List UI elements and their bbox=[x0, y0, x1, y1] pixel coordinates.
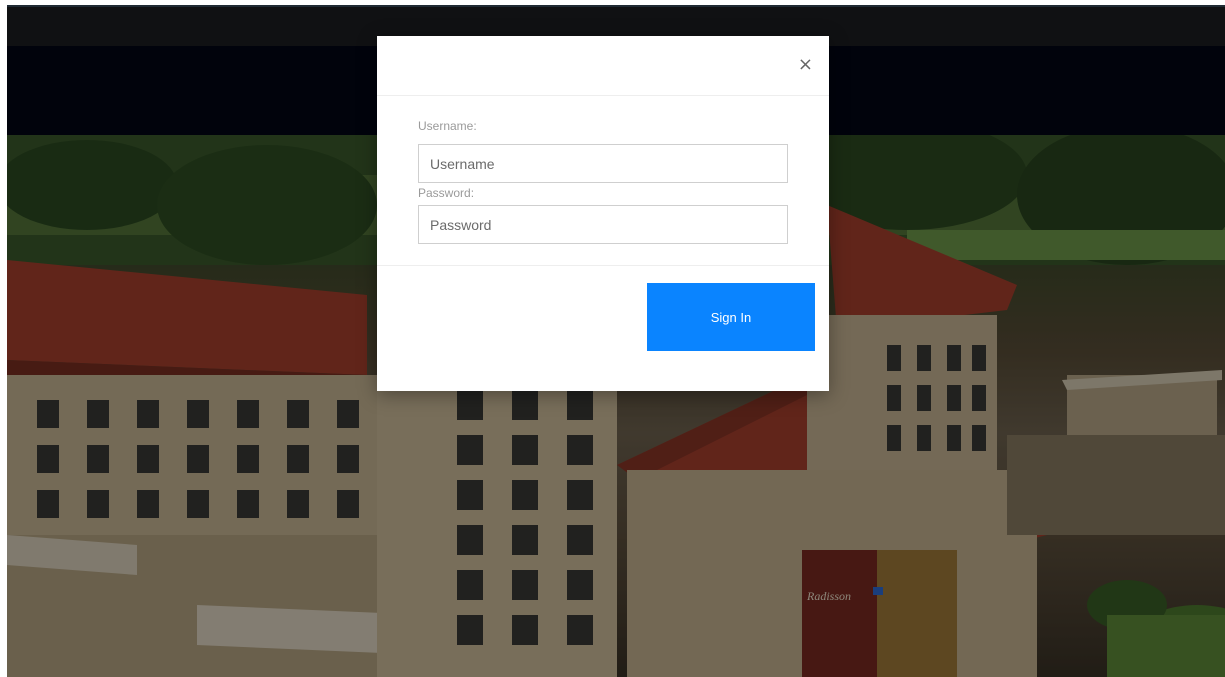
password-input[interactable] bbox=[418, 205, 788, 244]
password-label: Password: bbox=[418, 186, 475, 200]
modal-body: Username: Password: bbox=[377, 96, 829, 266]
modal-footer: Sign In bbox=[377, 266, 829, 391]
modal-header: × bbox=[377, 36, 829, 96]
sign-in-button[interactable]: Sign In bbox=[647, 283, 815, 351]
close-icon[interactable]: × bbox=[798, 56, 813, 74]
username-label: Username: bbox=[418, 119, 477, 133]
username-input[interactable] bbox=[418, 144, 788, 183]
login-modal: × Username: Password: Sign In bbox=[377, 36, 829, 391]
